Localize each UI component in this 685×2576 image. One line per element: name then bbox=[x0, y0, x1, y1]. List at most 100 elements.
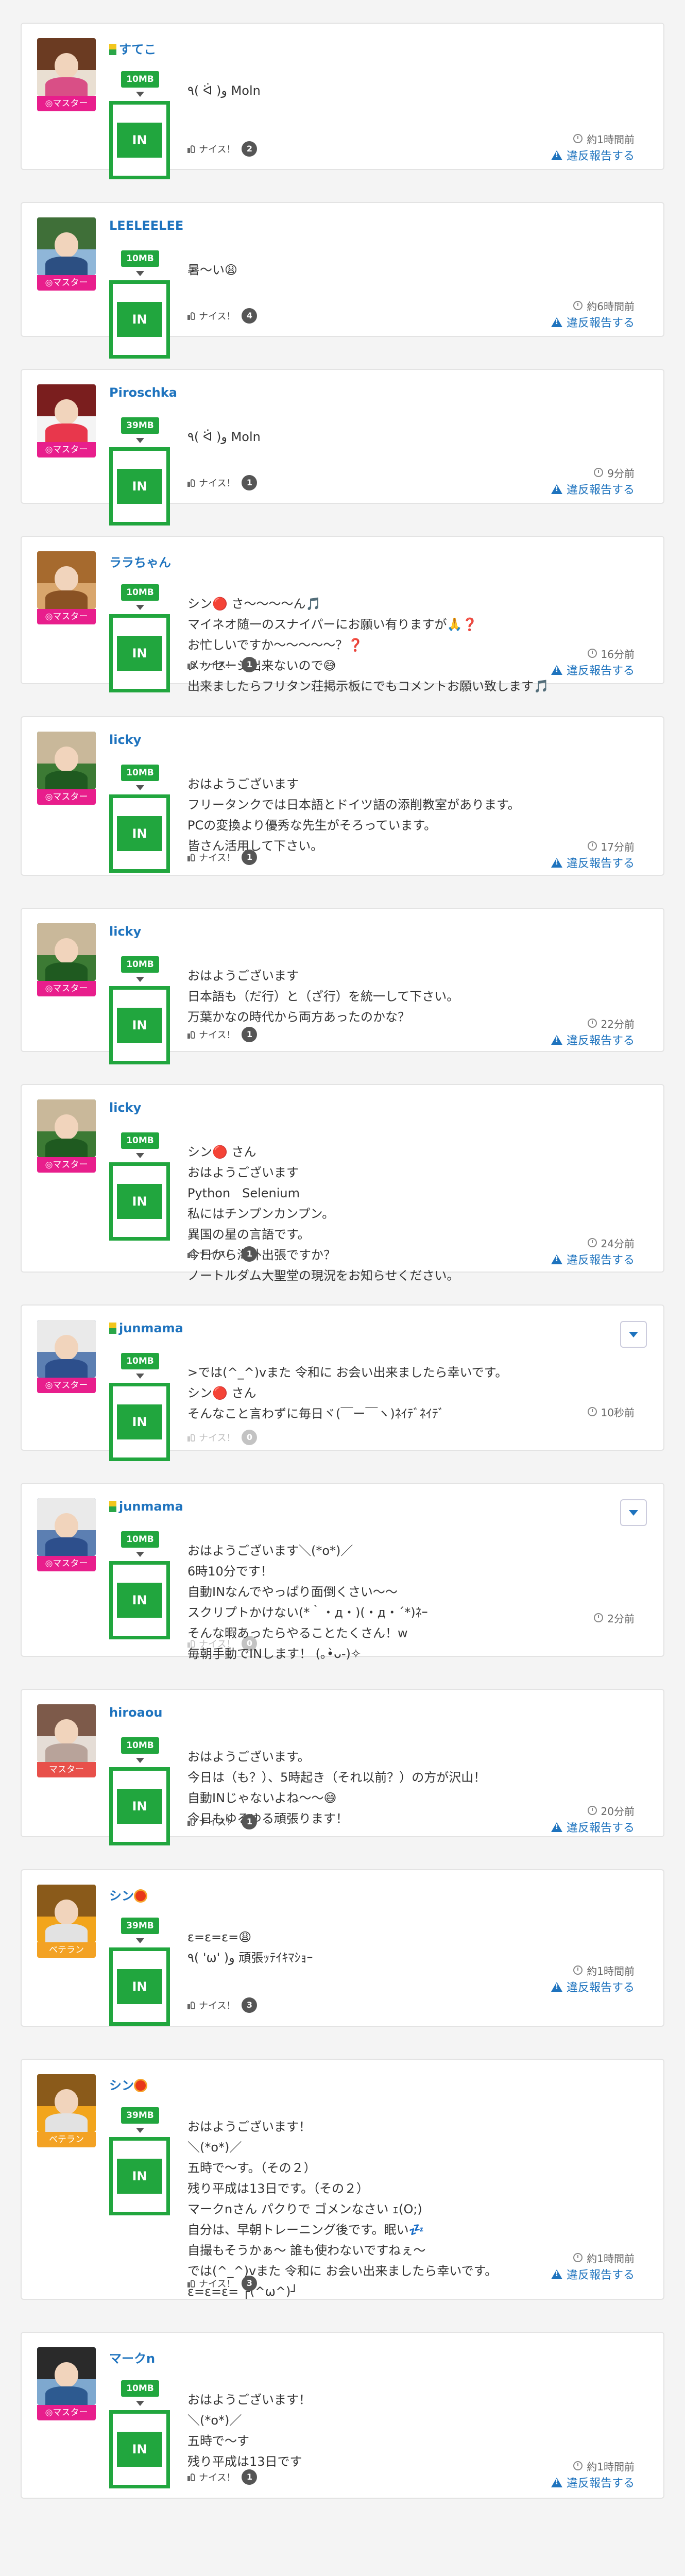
thumbs-up-icon bbox=[187, 2279, 196, 2287]
nice-button[interactable]: ナイス！ 0 bbox=[187, 1634, 258, 1653]
post-card: ◎マスター ララちゃん 10MB IN シン🔴 さ〜〜〜〜ん🎵 マイネオ随一のスナイパーに… bbox=[21, 536, 664, 693]
username-text[interactable]: マークn bbox=[109, 2351, 155, 2366]
report-link[interactable]: 違反報告する bbox=[551, 1252, 635, 1267]
username-link[interactable]: すてこ bbox=[109, 39, 156, 57]
data-size-badge: 39MB bbox=[121, 2107, 159, 2124]
username-link[interactable]: ララちゃん bbox=[109, 552, 171, 570]
post-time-text: 22分前 bbox=[601, 1018, 635, 1030]
nice-button[interactable]: ナイス！ 1 bbox=[187, 473, 258, 492]
user-avatar[interactable] bbox=[37, 1320, 96, 1378]
username-text[interactable]: junmama bbox=[119, 1499, 183, 1514]
role-tag: ◎マスター bbox=[37, 2405, 96, 2420]
report-label: 違反報告する bbox=[566, 2269, 635, 2282]
username-link[interactable]: licky bbox=[109, 1100, 141, 1115]
username-link[interactable]: Piroschka bbox=[109, 385, 177, 400]
report-link[interactable]: 違反報告する bbox=[551, 2475, 635, 2490]
in-badge: 10MB IN bbox=[109, 2380, 171, 2488]
username-text[interactable]: シン bbox=[109, 2078, 134, 2093]
username-text[interactable]: すてこ bbox=[119, 42, 156, 57]
nice-button[interactable]: ナイス！ 1 bbox=[187, 2468, 258, 2486]
in-label: IN bbox=[117, 1008, 162, 1043]
report-link[interactable]: 違反報告する bbox=[551, 2267, 635, 2282]
report-label: 違反報告する bbox=[566, 857, 635, 870]
user-avatar[interactable] bbox=[37, 1885, 96, 1942]
user-avatar[interactable] bbox=[37, 1099, 96, 1157]
user-avatar[interactable] bbox=[37, 1498, 96, 1556]
username-link[interactable]: junmama bbox=[109, 1499, 183, 1514]
in-badge: 39MB IN bbox=[109, 417, 171, 526]
username-text[interactable]: ララちゃん bbox=[109, 555, 171, 570]
report-label: 違反報告する bbox=[566, 2477, 635, 2490]
nice-button[interactable]: ナイス！ 1 bbox=[187, 1245, 258, 1263]
in-box: IN bbox=[109, 101, 170, 179]
in-label: IN bbox=[117, 1184, 162, 1219]
nice-button[interactable]: ナイス！ 0 bbox=[187, 1428, 258, 1447]
user-avatar[interactable] bbox=[37, 217, 96, 275]
role-tag: ◎マスター bbox=[37, 1378, 96, 1393]
message-line: シン🔴 さん bbox=[187, 1386, 256, 1400]
post-message: ε=ε=ε=😩 ٩( 'ω' )و 頑張ｯﾃｲｷﾏｼｮｰ bbox=[187, 1927, 643, 1968]
nice-button[interactable]: ナイス！ 1 bbox=[187, 1812, 258, 1831]
avatar-face bbox=[55, 2089, 78, 2115]
report-link[interactable]: 違反報告する bbox=[551, 663, 635, 677]
username-text[interactable]: Piroschka bbox=[109, 385, 177, 400]
username-text[interactable]: licky bbox=[109, 733, 141, 747]
post-message: ٩( ᐛ )و Moln bbox=[187, 427, 643, 447]
user-avatar[interactable] bbox=[37, 732, 96, 789]
report-link[interactable]: 違反報告する bbox=[551, 148, 635, 163]
post-time-text: 約6時間前 bbox=[587, 300, 635, 313]
username-link[interactable]: licky bbox=[109, 924, 141, 939]
report-link[interactable]: 違反報告する bbox=[551, 1820, 635, 1835]
username-text[interactable]: licky bbox=[109, 924, 141, 939]
user-avatar[interactable] bbox=[37, 2347, 96, 2405]
down-arrow-icon bbox=[136, 605, 144, 610]
nice-button[interactable]: ナイス！ 4 bbox=[187, 307, 258, 325]
nice-count: 0 bbox=[242, 1636, 258, 1651]
in-label: IN bbox=[117, 2432, 162, 2467]
avatar-face bbox=[55, 1719, 78, 1745]
clock-icon bbox=[573, 2461, 583, 2470]
post-time: 22分前 bbox=[587, 1016, 635, 1030]
nice-button[interactable]: ナイス！ 1 bbox=[187, 848, 258, 867]
username-text[interactable]: licky bbox=[109, 1100, 141, 1115]
username-link[interactable]: LEELEELEE bbox=[109, 218, 183, 233]
username-text[interactable]: junmama bbox=[119, 1321, 183, 1335]
username-link[interactable]: hiroaou bbox=[109, 1705, 162, 1720]
nice-button[interactable]: ナイス！ 2 bbox=[187, 140, 258, 158]
report-link[interactable]: 違反報告する bbox=[551, 482, 635, 497]
username-link[interactable]: シン bbox=[109, 2075, 146, 2093]
report-link[interactable]: 違反報告する bbox=[551, 855, 635, 870]
post-time-text: 24分前 bbox=[601, 1237, 635, 1250]
report-link[interactable]: 違反報告する bbox=[551, 1032, 635, 1047]
user-avatar[interactable] bbox=[37, 38, 96, 96]
warning-icon bbox=[551, 1254, 562, 1264]
username-link[interactable]: licky bbox=[109, 733, 141, 747]
username-link[interactable]: junmama bbox=[109, 1321, 183, 1335]
report-link[interactable]: 違反報告する bbox=[551, 315, 635, 330]
message-line: おはようございます＼(*o*)／ bbox=[187, 1544, 353, 1558]
user-avatar[interactable] bbox=[37, 923, 96, 981]
username-text[interactable]: hiroaou bbox=[109, 1705, 162, 1720]
username-text[interactable]: シン bbox=[109, 1889, 134, 1903]
user-avatar[interactable] bbox=[37, 1704, 96, 1762]
nice-button[interactable]: ナイス！ 1 bbox=[187, 1025, 258, 1044]
nice-button[interactable]: ナイス！ 3 bbox=[187, 2274, 258, 2293]
user-avatar[interactable] bbox=[37, 551, 96, 609]
username-link[interactable]: マークn bbox=[109, 2348, 155, 2366]
user-avatar[interactable] bbox=[37, 2074, 96, 2132]
nice-button[interactable]: ナイス！ 3 bbox=[187, 1996, 258, 2014]
report-link[interactable]: 違反報告する bbox=[551, 1979, 635, 1994]
nice-label: ナイス！ bbox=[199, 1817, 236, 1828]
post-message: 暑〜い😩 bbox=[187, 260, 643, 280]
down-arrow-icon bbox=[136, 92, 144, 97]
in-label: IN bbox=[117, 636, 162, 671]
nice-button[interactable]: ナイス！ 1 bbox=[187, 655, 258, 674]
post-message: >では(^_^)vまた 令和に お会い出来ましたら幸いです。 シン🔴 さん そんなこ… bbox=[187, 1362, 643, 1424]
user-avatar[interactable] bbox=[37, 384, 96, 442]
post-menu-dropdown[interactable] bbox=[620, 1321, 647, 1348]
post-time: 約6時間前 bbox=[573, 298, 635, 313]
thumbs-up-icon bbox=[187, 1818, 196, 1826]
post-menu-dropdown[interactable] bbox=[620, 1499, 647, 1526]
username-link[interactable]: シン bbox=[109, 1886, 146, 1904]
username-text[interactable]: LEELEELEE bbox=[109, 218, 183, 233]
